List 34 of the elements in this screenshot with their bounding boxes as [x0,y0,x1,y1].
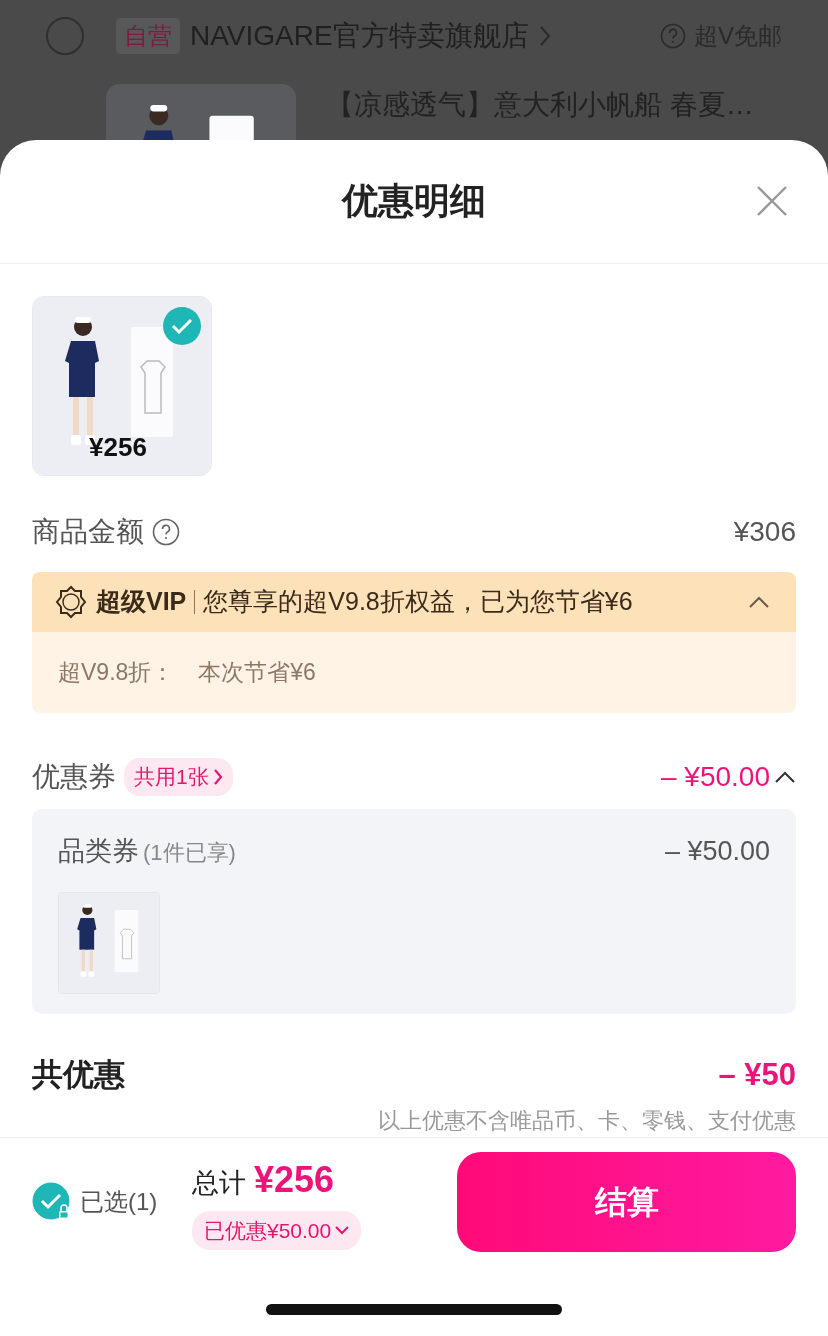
close-button[interactable] [756,185,788,217]
coupon-label: 优惠券 [32,760,116,795]
total-discount-label: 共优惠 [32,1056,125,1095]
coupon-count-chip[interactable]: 共用1张 [124,758,233,796]
sheet-title: 优惠明细 [342,179,486,224]
caret-icon[interactable] [774,770,796,785]
total-label: 总计 [192,1166,246,1200]
vip-detail-label: 超V9.8折： [58,658,175,688]
coupon-note: (1件已享) [143,839,236,868]
chevron-right-icon [538,25,551,47]
coupon-amount: – ¥50.00 [664,835,770,869]
coupon-type: 品类券 [58,835,139,869]
checkout-button[interactable]: 结算 [457,1151,796,1252]
goods-amount-value: ¥306 [733,514,796,549]
checkbox[interactable] [32,1181,72,1222]
help-icon[interactable] [152,517,180,546]
caret-icon [335,1226,350,1236]
vip-detail-value: 本次节省¥6 [198,658,316,688]
discount-summary-chip[interactable]: 已优惠¥50.00 [192,1210,362,1251]
store-tag: 自营 [116,18,180,54]
chevron-right-icon [212,768,223,787]
vip-brand: 超级VIP [96,585,187,617]
discount-note: 以上优惠不含唯品币、卡、零钱、支付优惠 [378,1107,796,1133]
close-icon [756,185,788,217]
goods-amount-label: 商品金额 [32,514,144,549]
selected-count: 已选(1) [80,1186,158,1217]
total-discount-value: – ¥50 [718,1056,796,1095]
check-icon[interactable] [163,306,201,345]
vip-summary: 您尊享的超V9.8折权益，已为您节省¥6 [203,585,633,617]
product-price: ¥256 [89,430,147,464]
radio-button[interactable] [46,17,84,55]
coupon-value: – ¥50.00 [661,760,770,795]
vip-badge-icon [54,584,88,619]
total-price: ¥256 [254,1157,335,1202]
